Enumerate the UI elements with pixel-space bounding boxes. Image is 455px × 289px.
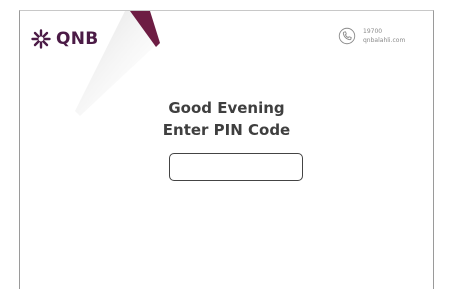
pin-prompt: Enter PIN Code [162,121,291,139]
website-text: qnbalahli.com [363,37,406,44]
brand-name: QNB [56,29,99,49]
qnb-snowflake-logo-icon [31,29,51,49]
greeting-text: Good Evening [168,99,285,117]
qnb-logo: QNB [31,29,99,49]
phone-icon [338,27,356,45]
contact-text: 19700 qnbalahli.com [363,27,405,45]
atm-screen: QNB 19700 qnbalahli.com Good Evening Ent… [19,10,434,289]
pin-input[interactable] [169,153,303,181]
phone-number: 19700 [363,28,383,35]
contact-info: 19700 qnbalahli.com [338,27,405,45]
